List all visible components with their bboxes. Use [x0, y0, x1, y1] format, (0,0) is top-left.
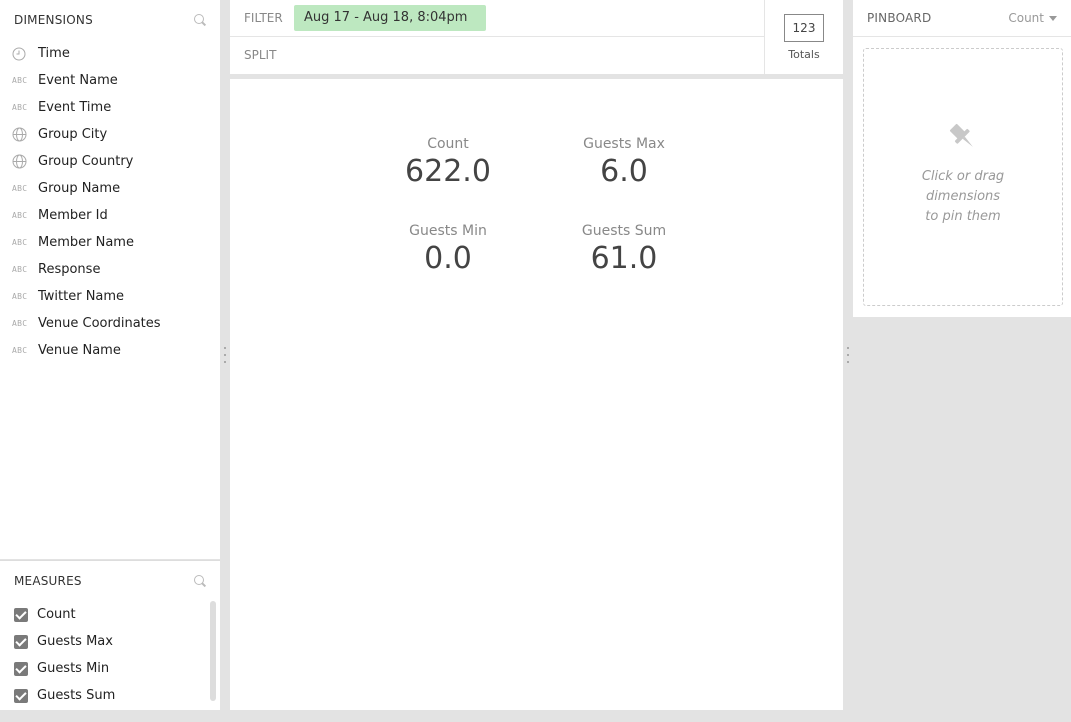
pinboard-sort-dropdown[interactable]: Count — [1008, 11, 1057, 25]
checkbox-checked[interactable] — [14, 607, 28, 622]
checkbox-checked[interactable] — [14, 634, 28, 649]
measures-scrollbar[interactable] — [210, 601, 216, 701]
clock-icon — [12, 47, 32, 61]
dimension-item-group-country[interactable]: Group Country — [0, 148, 220, 175]
dimension-label: Group Country — [38, 154, 134, 169]
dimension-item-venue-name[interactable]: ABC Venue Name — [0, 337, 220, 364]
dimension-item-response[interactable]: ABC Response — [0, 256, 220, 283]
left-resize-handle[interactable] — [223, 347, 227, 363]
total-label: Guests Min — [409, 223, 487, 239]
globe-icon — [12, 154, 32, 169]
measure-label: Guests Max — [37, 634, 113, 649]
measures-panel: MEASURES Count Guests Max Guests Min Gue… — [0, 560, 220, 710]
dimension-label: Member Id — [38, 208, 108, 223]
dimension-item-event-time[interactable]: ABC Event Time — [0, 94, 220, 121]
search-icon[interactable] — [194, 575, 206, 587]
totals-visualization: Count 622.0 Guests Max 6.0 Guests Min 0.… — [230, 79, 843, 710]
measure-item-guests-sum[interactable]: Guests Sum — [0, 682, 220, 709]
measures-title: MEASURES — [14, 574, 82, 588]
dimension-item-member-id[interactable]: ABC Member Id — [0, 202, 220, 229]
dimension-item-venue-coordinates[interactable]: ABC Venue Coordinates — [0, 310, 220, 337]
dimension-label: Event Time — [38, 100, 112, 115]
pin-drop-zone[interactable]: Click or drag dimensions to pin them — [863, 48, 1063, 306]
dimension-label: Event Name — [38, 73, 118, 88]
pinboard-header: PINBOARD Count — [853, 0, 1071, 37]
totals-label: Totals — [788, 47, 820, 61]
checkbox-checked[interactable] — [14, 688, 28, 703]
dimension-item-group-city[interactable]: Group City — [0, 121, 220, 148]
total-label: Guests Sum — [581, 223, 667, 239]
pinboard-panel: PINBOARD Count Click or drag dimensions … — [853, 0, 1071, 317]
dimension-label: Response — [38, 262, 101, 277]
search-icon[interactable] — [194, 14, 206, 26]
dimension-label: Member Name — [38, 235, 134, 250]
abc-icon: ABC — [12, 319, 28, 328]
abc-icon: ABC — [12, 292, 28, 301]
measure-label: Guests Min — [37, 661, 110, 676]
filter-split-bar: FILTER Aug 17 - Aug 18, 8:04pm SPLIT 123… — [230, 0, 843, 74]
abc-icon: ABC — [12, 76, 28, 85]
split-row[interactable]: SPLIT — [230, 37, 764, 73]
caret-down-icon — [1049, 15, 1057, 21]
abc-icon: ABC — [12, 103, 28, 112]
measure-item-guests-max[interactable]: Guests Max — [0, 628, 220, 655]
dimension-label: Time — [38, 46, 70, 61]
dimension-label: Venue Name — [38, 343, 121, 358]
dimensions-title: DIMENSIONS — [14, 13, 93, 27]
measure-item-guests-min[interactable]: Guests Min — [0, 655, 220, 682]
total-value: 622.0 — [405, 154, 491, 189]
dimension-list: Time ABC Event Name ABC Event Time Group… — [0, 40, 220, 364]
dimensions-header: DIMENSIONS — [0, 0, 220, 40]
pinboard-sort-label: Count — [1008, 11, 1044, 25]
dimension-item-group-name[interactable]: ABC Group Name — [0, 175, 220, 202]
measure-label: Guests Sum — [37, 688, 116, 703]
dimension-label: Group City — [38, 127, 108, 142]
dimension-item-member-name[interactable]: ABC Member Name — [0, 229, 220, 256]
dimension-label: Venue Coordinates — [38, 316, 161, 331]
abc-icon: ABC — [12, 346, 28, 355]
abc-icon: ABC — [12, 184, 28, 193]
pin-hint-line1: Click or drag dimensions — [921, 169, 1005, 204]
dimension-item-event-name[interactable]: ABC Event Name — [0, 67, 220, 94]
total-guests-min[interactable]: Guests Min 0.0 — [373, 223, 523, 276]
filter-row: FILTER Aug 17 - Aug 18, 8:04pm — [230, 0, 764, 37]
total-label: Count — [427, 136, 469, 152]
measure-label: Count — [37, 607, 76, 622]
total-count[interactable]: Count 622.0 — [373, 136, 523, 189]
measure-item-count[interactable]: Count — [0, 601, 220, 628]
globe-icon — [12, 127, 32, 142]
total-value: 0.0 — [424, 241, 472, 276]
totals-icon: 123 — [784, 13, 824, 42]
total-guests-max[interactable]: Guests Max 6.0 — [549, 136, 699, 189]
dimension-label: Group Name — [38, 181, 121, 196]
dimension-item-twitter-name[interactable]: ABC Twitter Name — [0, 283, 220, 310]
pinboard-title: PINBOARD — [867, 11, 932, 25]
pin-icon — [949, 123, 973, 147]
pin-hint-line2: to pin them — [925, 209, 1001, 224]
abc-icon: ABC — [12, 265, 28, 274]
split-label: SPLIT — [244, 48, 277, 62]
time-filter-pill[interactable]: Aug 17 - Aug 18, 8:04pm — [294, 5, 486, 31]
total-value: 6.0 — [600, 154, 648, 189]
dimension-item-time[interactable]: Time — [0, 40, 220, 67]
abc-icon: ABC — [12, 211, 28, 220]
checkbox-checked[interactable] — [14, 661, 28, 676]
dimensions-panel: DIMENSIONS Time ABC Event Name ABC Event… — [0, 0, 220, 559]
dimension-label: Twitter Name — [38, 289, 125, 304]
measures-header: MEASURES — [0, 561, 220, 601]
totals-button[interactable]: 123 Totals — [764, 0, 843, 74]
total-guests-sum[interactable]: Guests Sum 61.0 — [549, 223, 699, 276]
total-value: 61.0 — [590, 241, 658, 276]
total-label: Guests Max — [583, 136, 665, 152]
right-resize-handle[interactable] — [846, 347, 850, 363]
abc-icon: ABC — [12, 238, 28, 247]
pin-hint: Click or drag dimensions to pin them — [883, 167, 1043, 227]
filter-label: FILTER — [244, 11, 283, 25]
